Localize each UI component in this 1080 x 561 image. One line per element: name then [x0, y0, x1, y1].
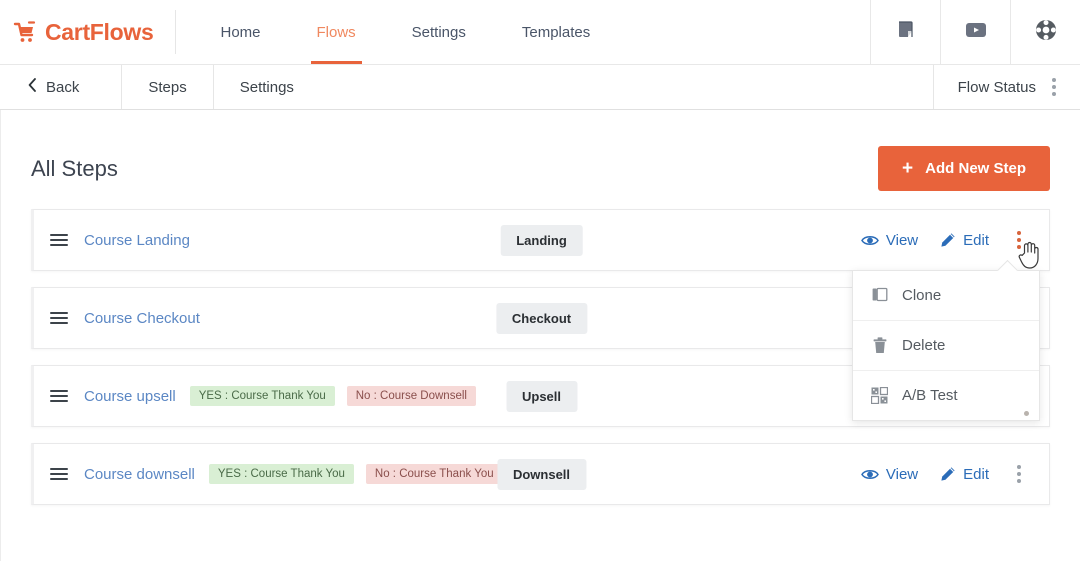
tab-steps[interactable]: Steps: [122, 65, 214, 109]
step-row[interactable]: Course Landing Landing View Edit: [31, 209, 1050, 271]
cart-icon: [12, 19, 38, 45]
edit-action[interactable]: Edit: [940, 232, 989, 249]
condition-no-badge: No : Course Downsell: [346, 386, 476, 406]
add-new-step-label: Add New Step: [925, 160, 1026, 177]
nav-label: Templates: [521, 23, 591, 41]
edit-label: Edit: [963, 465, 989, 483]
menu-item-label: Delete: [902, 337, 946, 354]
condition-yes-badge: YES : Course Thank You: [208, 464, 354, 484]
step-actions: View Edit: [861, 461, 1027, 487]
nav-item-settings[interactable]: Settings: [384, 0, 494, 64]
step-actions: View Edit: [861, 227, 1027, 253]
brand-name: CartFlows: [45, 18, 154, 45]
primary-nav: Home Flows Settings Templates: [192, 0, 618, 64]
condition-no-badge: No : Course Thank You: [365, 464, 503, 484]
back-label: Back: [46, 78, 80, 96]
eye-icon: [861, 468, 879, 481]
ab-test-grid-icon: [871, 387, 888, 404]
docs-book-button[interactable]: [870, 0, 940, 64]
brand-logo[interactable]: CartFlows: [0, 10, 177, 54]
view-action[interactable]: View: [861, 466, 918, 483]
step-name[interactable]: Course downsell: [84, 466, 195, 483]
menu-resize-dot: [1024, 411, 1029, 416]
content-header: All Steps + Add New Step: [31, 110, 1050, 209]
add-new-step-button[interactable]: + Add New Step: [878, 146, 1050, 191]
drag-handle-icon[interactable]: [50, 312, 68, 324]
header-icon-group: [870, 0, 1080, 64]
view-label: View: [885, 231, 919, 249]
flow-status-group: Flow Status: [932, 65, 1080, 109]
nav-label: Flows: [316, 23, 356, 41]
menu-item-label: Clone: [902, 287, 942, 304]
step-type-badge: Downsell: [496, 458, 587, 490]
step-name[interactable]: Course Landing: [84, 232, 190, 249]
support-wheel-icon: [1034, 18, 1058, 47]
edit-action[interactable]: Edit: [940, 466, 989, 483]
step-type-badge: Checkout: [495, 302, 588, 334]
sub-header: Back Steps Settings Flow Status: [0, 65, 1080, 110]
video-play-icon: [964, 20, 988, 45]
nav-label: Home: [220, 23, 261, 41]
menu-item-ab-test[interactable]: A/B Test: [853, 371, 1039, 420]
trash-icon: [871, 337, 888, 354]
tab-settings[interactable]: Settings: [214, 65, 320, 109]
view-action[interactable]: View: [861, 232, 918, 249]
tab-label: Settings: [239, 78, 294, 96]
edit-label: Edit: [963, 231, 989, 249]
step-type-badge: Upsell: [505, 380, 578, 412]
menu-item-clone[interactable]: Clone: [853, 271, 1039, 321]
condition-badges: YES : Course Thank You No : Course Thank…: [208, 464, 503, 484]
view-label: View: [885, 465, 919, 483]
flow-status-menu-icon[interactable]: [1046, 74, 1062, 100]
menu-item-label: A/B Test: [902, 387, 958, 404]
app-root: CartFlows Home Flows Settings Templates: [0, 0, 1080, 561]
step-name[interactable]: Course Checkout: [84, 310, 200, 327]
eye-icon: [861, 234, 879, 247]
step-type-badge: Landing: [500, 224, 583, 256]
step-context-menu: Clone Delete A/B Test: [852, 270, 1040, 421]
step-row[interactable]: Course downsell YES : Course Thank You N…: [31, 443, 1050, 505]
clone-copy-icon: [871, 287, 888, 304]
drag-handle-icon[interactable]: [50, 234, 68, 246]
nav-item-home[interactable]: Home: [192, 0, 288, 64]
drag-handle-icon[interactable]: [50, 468, 68, 480]
pencil-icon: [940, 466, 956, 482]
page-title: All Steps: [31, 155, 118, 181]
nav-label: Settings: [411, 23, 466, 41]
drag-handle-icon[interactable]: [50, 390, 68, 402]
pencil-icon: [940, 232, 956, 248]
support-wheel-button[interactable]: [1010, 0, 1080, 64]
condition-badges: YES : Course Thank You No : Course Downs…: [189, 386, 476, 406]
chevron-left-icon: [28, 78, 37, 96]
back-button[interactable]: Back: [0, 65, 123, 109]
condition-yes-badge: YES : Course Thank You: [189, 386, 335, 406]
plus-icon: +: [902, 158, 914, 179]
nav-item-flows[interactable]: Flows: [289, 0, 384, 64]
top-header: CartFlows Home Flows Settings Templates: [0, 0, 1080, 65]
menu-item-delete[interactable]: Delete: [853, 321, 1039, 371]
step-name[interactable]: Course upsell: [84, 388, 176, 405]
nav-item-templates[interactable]: Templates: [494, 0, 618, 64]
step-menu-icon[interactable]: [1011, 461, 1027, 487]
step-menu-icon[interactable]: [1011, 227, 1027, 253]
video-play-button[interactable]: [940, 0, 1010, 64]
flow-status-label[interactable]: Flow Status: [958, 79, 1036, 96]
tab-label: Steps: [148, 78, 187, 96]
docs-book-icon: [895, 19, 917, 46]
